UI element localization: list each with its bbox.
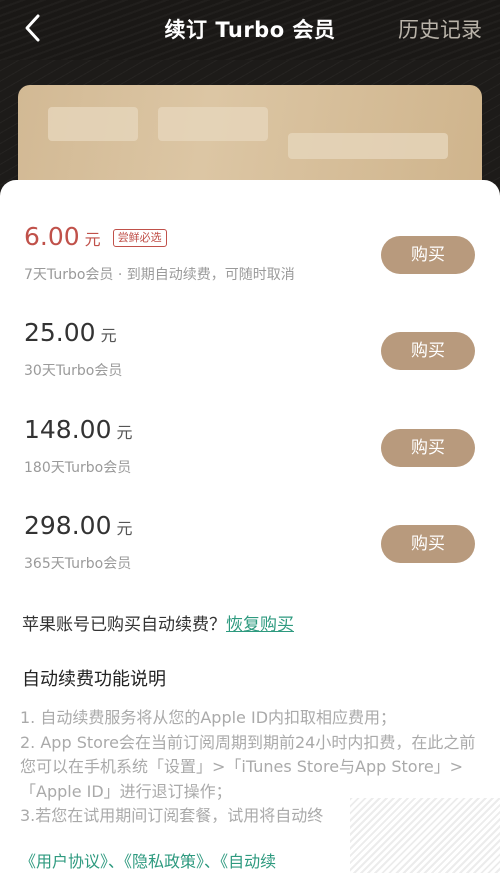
watermark-overlay bbox=[350, 798, 500, 873]
blurred-content bbox=[48, 107, 138, 141]
promo-badge: 尝鲜必选 bbox=[112, 229, 167, 247]
blurred-content bbox=[288, 133, 448, 159]
link-separator: 、 bbox=[204, 852, 221, 871]
plan-item: 25.00 元 30天Turbo会员 购买 bbox=[24, 318, 484, 388]
plan-item: 6.00 元尝鲜必选 7天Turbo会员 · 到期自动续费，可随时取消 购买 bbox=[24, 222, 484, 292]
price-unit: 元 bbox=[116, 423, 133, 442]
price-unit: 元 bbox=[116, 519, 133, 538]
link-separator: 、 bbox=[108, 852, 125, 871]
plan-description: 30天Turbo会员 bbox=[24, 363, 123, 379]
buy-button[interactable]: 购买 bbox=[381, 429, 475, 467]
plan-price: 148.00 元 bbox=[24, 415, 133, 444]
restore-question: 苹果账号已购买自动续费？ bbox=[22, 615, 226, 635]
price-value: 6.00 bbox=[24, 222, 80, 251]
plan-item: 148.00 元 180天Turbo会员 购买 bbox=[24, 415, 484, 485]
buy-button[interactable]: 购买 bbox=[381, 525, 475, 563]
note-line: 2. App Store会在当前订阅周期到期前24小时内扣费，在此之前您可以在手… bbox=[20, 732, 476, 801]
price-unit: 元 bbox=[84, 230, 101, 249]
restore-purchase-link[interactable]: 恢复购买 bbox=[226, 615, 294, 635]
plan-price: 6.00 元尝鲜必选 bbox=[24, 222, 167, 251]
blurred-content bbox=[158, 107, 268, 141]
plan-description: 180天Turbo会员 bbox=[24, 460, 132, 476]
note-line: 1. 自动续费服务将从您的Apple ID内扣取相应费用； bbox=[20, 708, 397, 727]
plan-price: 298.00 元 bbox=[24, 511, 133, 540]
header-bar: 续订 Turbo 会员 历史记录 bbox=[0, 0, 500, 60]
buy-button[interactable]: 购买 bbox=[381, 332, 475, 370]
plan-item: 298.00 元 365天Turbo会员 购买 bbox=[24, 511, 484, 581]
auto-renew-agreement-link[interactable]: 《自动续 bbox=[220, 852, 276, 871]
plan-description: 365天Turbo会员 bbox=[24, 556, 132, 572]
plans-sheet: 6.00 元尝鲜必选 7天Turbo会员 · 到期自动续费，可随时取消 购买 25… bbox=[0, 180, 500, 873]
privacy-policy-link[interactable]: 《隐私政策》 bbox=[124, 852, 204, 871]
price-value: 148.00 bbox=[24, 415, 112, 444]
price-unit: 元 bbox=[100, 326, 117, 345]
agreement-links: 《用户协议》、《隐私政策》、《自动续 bbox=[20, 848, 276, 872]
restore-purchase-row: 苹果账号已购买自动续费？恢复购买 bbox=[22, 610, 294, 635]
user-agreement-link[interactable]: 《用户协议》 bbox=[20, 852, 108, 871]
buy-button[interactable]: 购买 bbox=[381, 236, 475, 274]
price-value: 25.00 bbox=[24, 318, 96, 347]
auto-renew-notes-title: 自动续费功能说明 bbox=[22, 669, 166, 690]
plan-description: 7天Turbo会员 · 到期自动续费，可随时取消 bbox=[24, 267, 295, 283]
history-button[interactable]: 历史记录 bbox=[398, 14, 482, 44]
price-value: 298.00 bbox=[24, 511, 112, 540]
plan-price: 25.00 元 bbox=[24, 318, 117, 347]
